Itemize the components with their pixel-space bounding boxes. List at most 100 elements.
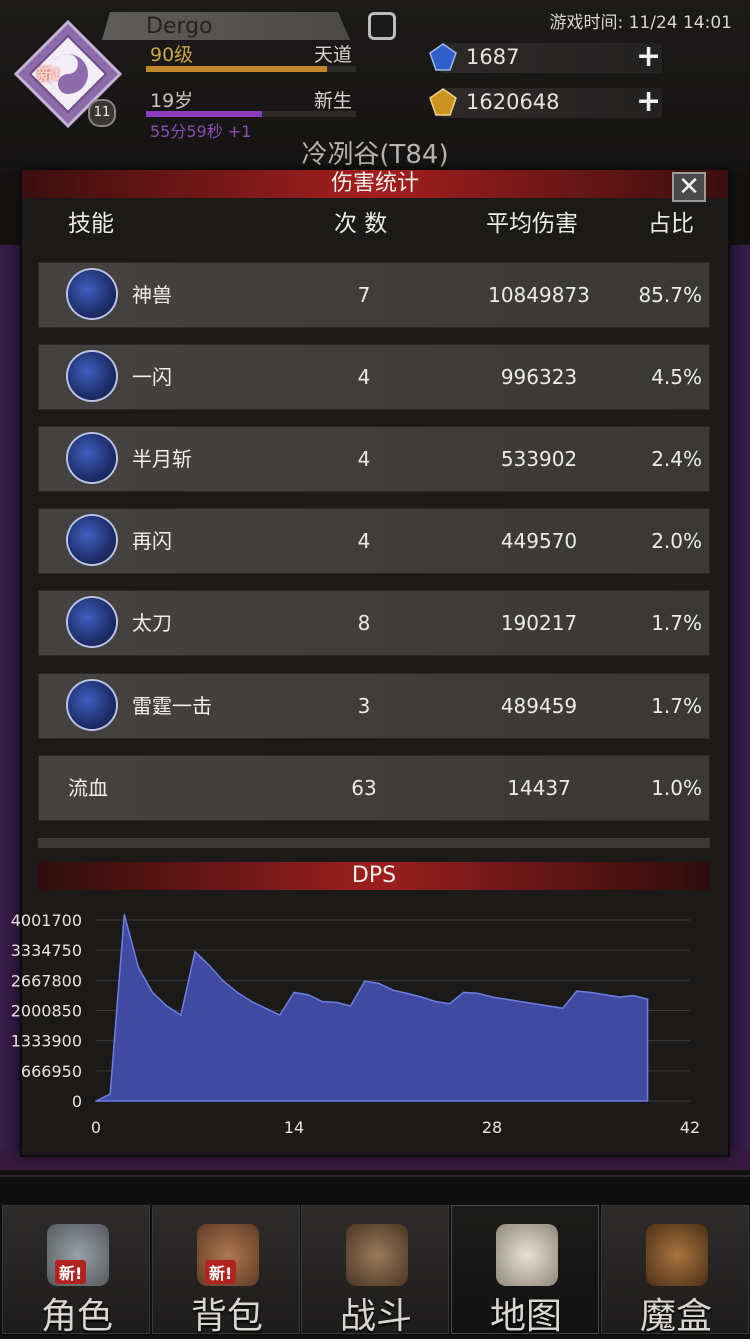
x-tick-label: 14 — [284, 1118, 304, 1137]
skill-ratio: 4.5% — [651, 365, 702, 389]
skill-avg-damage: 996323 — [500, 365, 578, 389]
table-row: 一闪 4 996323 4.5% — [38, 344, 710, 410]
y-tick-label: 1333900 — [11, 1032, 82, 1051]
table-row: 流血 63 14437 1.0% — [38, 755, 710, 821]
thunder-skill-icon — [68, 681, 116, 729]
nav-label: 魔盒 — [639, 1296, 712, 1337]
emblem-level-badge: 11 — [88, 99, 116, 127]
y-tick-label: 2000850 — [11, 1002, 82, 1021]
dps-title: DPS — [351, 863, 397, 888]
dps-data-point — [165, 1005, 168, 1007]
dps-data-point — [434, 1000, 437, 1003]
dps-data-point — [604, 993, 606, 996]
nav-tab-backpack[interactable]: 新! 背包 — [152, 1205, 300, 1337]
flash-skill-icon — [68, 352, 116, 400]
dps-data-point — [505, 998, 507, 1001]
level-progress-fill — [146, 66, 327, 72]
table-row: 半月斩 4 533902 2.4% — [38, 426, 710, 492]
skill-avg-damage: 449570 — [500, 529, 578, 553]
y-tick-label: 666950 — [21, 1062, 82, 1081]
add-gem-button[interactable]: + — [636, 42, 661, 72]
gold-value: 1620648 — [466, 90, 560, 114]
skill-name: 太刀 — [132, 611, 172, 635]
edit-icon[interactable] — [368, 12, 396, 40]
skill-name: 半月斩 — [132, 447, 192, 471]
dps-data-point — [561, 1007, 564, 1010]
nav-new-badge: 新! — [205, 1260, 237, 1284]
dps-data-point — [279, 1014, 281, 1016]
skill-avg-damage: 10849873 — [488, 283, 590, 307]
emblem-new-badge: 新! — [37, 65, 61, 84]
dps-data-point — [151, 991, 154, 994]
nav-tab-map[interactable]: 地图 — [451, 1205, 599, 1337]
dps-data-point — [462, 991, 465, 994]
half-moon-skill-icon — [68, 434, 116, 482]
skill-count: 63 — [351, 776, 377, 800]
dps-data-point — [264, 1007, 267, 1010]
battle-icon — [346, 1224, 408, 1286]
age-progress-fill — [146, 111, 262, 117]
skill-name: 神兽 — [132, 283, 172, 307]
dps-data-point — [392, 989, 394, 991]
dps-data-point — [477, 992, 479, 995]
dps-chart: 0 666950 1333900 2000850 2667800 3334750 40017… — [11, 911, 700, 1137]
y-tick-label: 4001700 — [11, 911, 82, 930]
col-header-avg: 平均伤害 — [486, 211, 578, 237]
skill-name: 雷霆一击 — [132, 694, 212, 718]
dps-data-point — [590, 991, 592, 994]
dps-data-point — [137, 966, 140, 969]
skill-count: 7 — [357, 283, 371, 307]
skill-ratio: 1.0% — [651, 776, 702, 800]
skill-ratio: 1.7% — [651, 611, 702, 635]
skill-avg-damage: 533902 — [500, 447, 578, 471]
player-age: 19岁 — [150, 90, 194, 112]
skill-name: 一闪 — [132, 365, 172, 389]
dps-data-point — [180, 1014, 182, 1016]
dps-data-point — [547, 1005, 550, 1007]
skill-count: 4 — [357, 365, 371, 389]
magic-box-icon — [646, 1224, 708, 1286]
table-row: 再闪 4 449570 2.0% — [38, 508, 710, 574]
dps-data-point — [208, 964, 210, 967]
x-tick-label: 0 — [91, 1118, 101, 1137]
nav-tab-character[interactable]: 新! 角色 — [2, 1205, 150, 1337]
nav-new-badge: 新! — [55, 1260, 87, 1284]
skill-avg-damage: 489459 — [500, 694, 578, 718]
gold-icon — [429, 88, 457, 116]
table-row: 神兽 7 10849873 85.7% — [38, 262, 710, 328]
skill-avg-damage: 190217 — [500, 611, 578, 635]
dps-data-point — [293, 991, 295, 994]
skill-avg-damage: 14437 — [507, 776, 571, 800]
dps-area-series — [95, 914, 649, 1102]
map-title: 冷冽谷(T84) — [301, 140, 449, 170]
level-progress-bar — [146, 66, 356, 72]
col-header-ratio: 占比 — [648, 211, 694, 237]
dps-data-point — [321, 1000, 324, 1003]
player-rank: 天道 — [313, 44, 352, 66]
dps-data-point — [222, 980, 225, 982]
dps-data-point — [363, 980, 366, 982]
close-button[interactable]: ✕ — [672, 172, 706, 202]
dps-data-point — [533, 1002, 536, 1005]
skill-count: 4 — [357, 529, 371, 553]
dps-data-point — [236, 991, 239, 994]
panel-title: 伤害统计 — [330, 171, 419, 196]
gem-value: 1687 — [466, 45, 520, 69]
add-gold-button[interactable]: + — [636, 87, 661, 117]
dps-data-point — [109, 1093, 111, 1096]
x-tick-label: 28 — [482, 1118, 502, 1137]
y-tick-label: 3334750 — [11, 941, 82, 960]
col-header-skill: 技能 — [68, 211, 114, 237]
dps-data-point — [349, 1005, 352, 1007]
reflash-skill-icon — [68, 516, 116, 564]
dps-data-point — [420, 996, 423, 998]
table-row: 雷霆一击 3 489459 1.7% — [38, 673, 710, 739]
nav-tab-battle[interactable]: 战斗 — [301, 1205, 449, 1337]
dps-data-point — [491, 996, 493, 998]
name-plate — [102, 12, 350, 40]
dps-data-point — [250, 1000, 253, 1003]
nav-tab-magic-box[interactable]: 魔盒 — [601, 1205, 749, 1337]
dps-data-point — [448, 1002, 451, 1005]
nav-label: 角色 — [40, 1296, 113, 1337]
dps-data-point — [123, 913, 126, 916]
